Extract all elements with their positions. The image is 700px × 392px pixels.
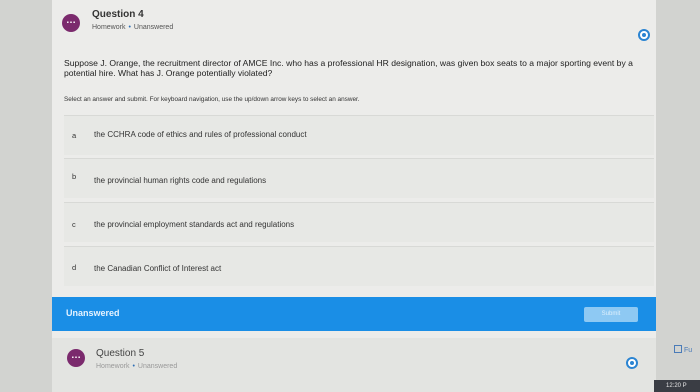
question-icon: … xyxy=(62,14,80,32)
separator-dot: • xyxy=(132,363,135,370)
option-text: the Canadian Conflict of Interest act xyxy=(94,264,222,273)
flag-icon xyxy=(674,345,682,353)
question-type: Homework xyxy=(96,363,130,370)
question-title: Question 5 xyxy=(96,348,145,359)
question-icon: … xyxy=(67,349,85,367)
flag-button[interactable]: Fu xyxy=(674,345,692,354)
info-icon[interactable] xyxy=(638,29,650,41)
submit-button[interactable]: Submit xyxy=(584,307,638,322)
option-letter: d xyxy=(72,263,77,272)
submit-label: Submit xyxy=(601,311,621,317)
answer-option-b[interactable]: b the provincial human rights code and r… xyxy=(64,158,654,198)
info-icon[interactable] xyxy=(626,357,638,369)
option-text: the provincial employment standards act … xyxy=(94,220,295,229)
taskbar-clock: 12:20 P xyxy=(654,380,700,392)
answer-status-bar: Unanswered Submit xyxy=(52,297,656,331)
option-letter: a xyxy=(72,131,77,140)
question-status: Unanswered xyxy=(137,363,178,370)
question-prompt: Suppose J. Orange, the recruitment direc… xyxy=(64,58,633,78)
answer-option-c[interactable]: c the provincial employment standards ac… xyxy=(64,202,654,242)
answer-instructions: Select an answer and submit. For keyboar… xyxy=(64,96,360,103)
flag-label: Fu xyxy=(684,347,693,354)
option-text: the CCHRA code of ethics and rules of pr… xyxy=(94,130,307,139)
answer-status: Unanswered xyxy=(66,308,120,318)
answer-option-d[interactable]: d the Canadian Conflict of Interest act xyxy=(64,246,654,286)
answer-option-a[interactable]: a the CCHRA code of ethics and rules of … xyxy=(64,115,654,155)
separator-dot: • xyxy=(128,24,131,31)
question-meta: Homework • Unanswered xyxy=(96,363,177,370)
option-text: the provincial human rights code and reg… xyxy=(94,176,267,185)
option-letter: b xyxy=(72,172,77,181)
question-meta: Homework • Unanswered xyxy=(92,24,173,31)
question-type: Homework xyxy=(92,24,126,31)
option-letter: c xyxy=(72,220,76,229)
question-title: Question 4 xyxy=(92,9,144,20)
question-status: Unanswered xyxy=(133,24,174,31)
